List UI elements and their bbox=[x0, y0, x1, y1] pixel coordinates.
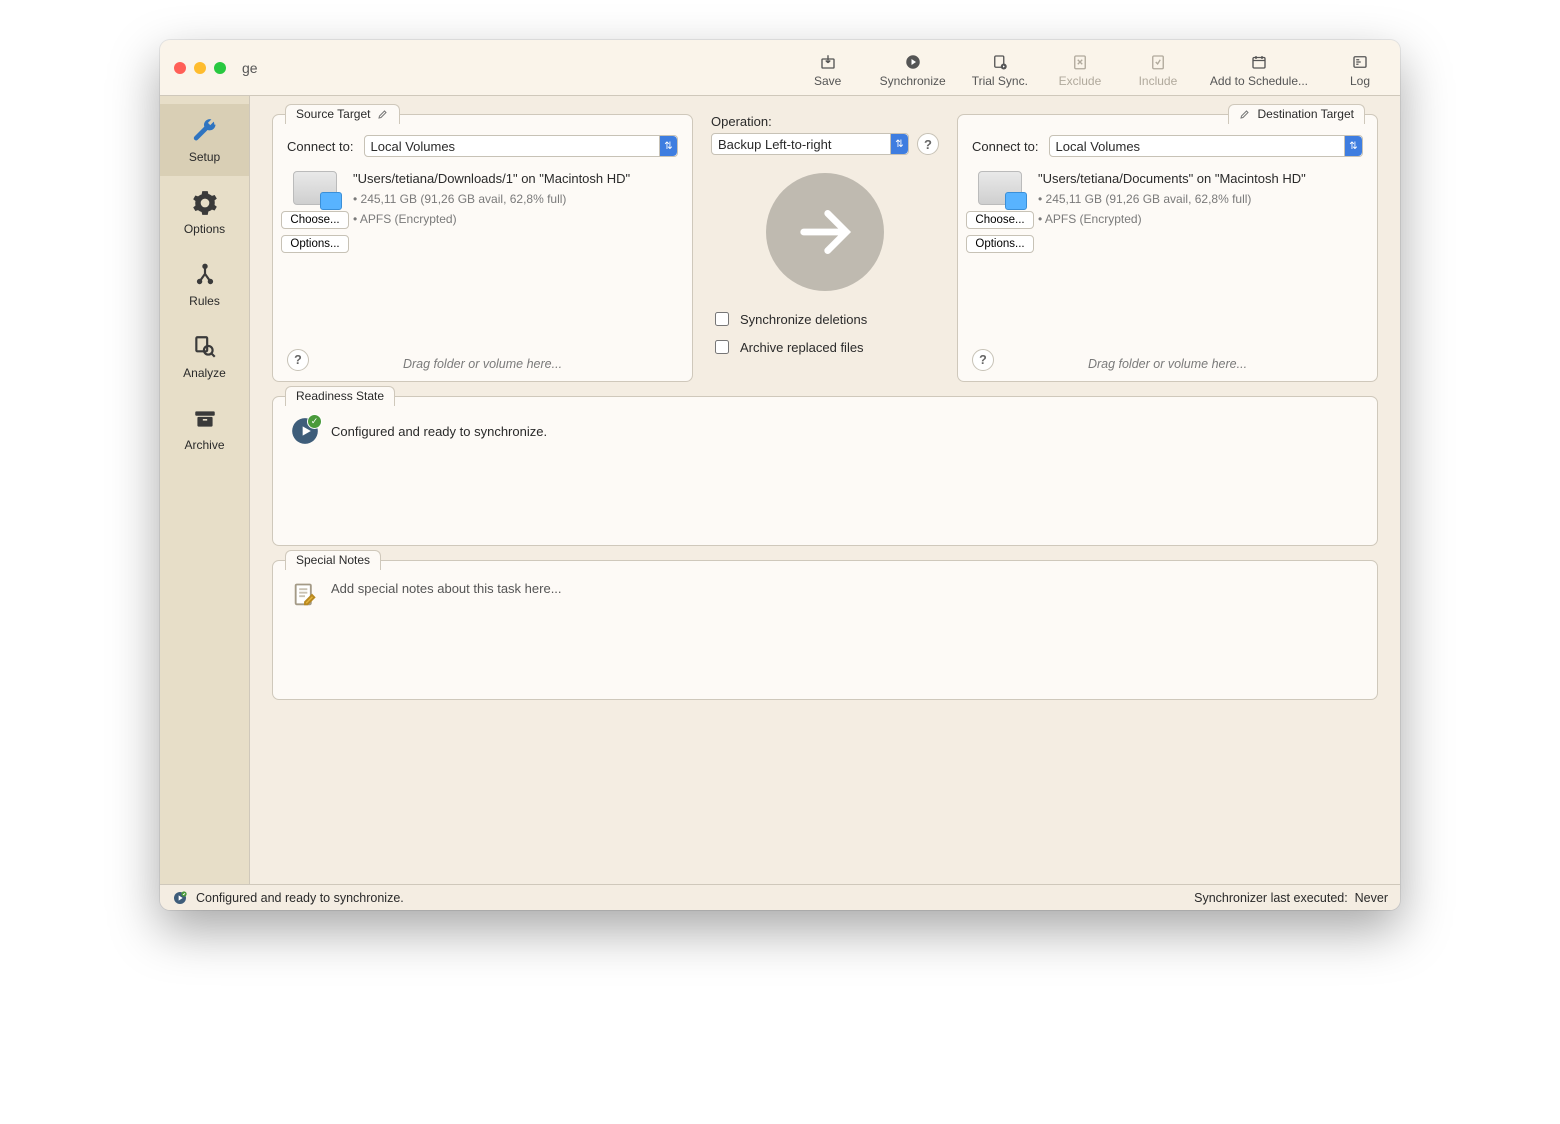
special-notes-group: Special Notes Add special notes about th… bbox=[272, 560, 1378, 700]
source-volume-icon-col: Choose... Options... bbox=[287, 171, 343, 253]
app-window: ge Save Synchronize Trial Sync. bbox=[160, 40, 1400, 910]
magnifier-icon bbox=[190, 332, 220, 362]
save-button[interactable]: Save bbox=[802, 52, 854, 88]
log-button[interactable]: Log bbox=[1334, 52, 1386, 88]
close-window-button[interactable] bbox=[174, 62, 186, 74]
save-icon bbox=[818, 52, 838, 72]
trial-sync-button[interactable]: Trial Sync. bbox=[972, 52, 1028, 88]
play-circle-icon bbox=[903, 52, 923, 72]
status-text: Configured and ready to synchronize. bbox=[196, 891, 404, 905]
source-target-tab: Source Target bbox=[285, 104, 400, 124]
dest-connect-label: Connect to: bbox=[972, 139, 1039, 154]
pencil-icon[interactable] bbox=[1239, 108, 1251, 120]
trial-sync-icon bbox=[990, 52, 1010, 72]
destination-target-tab: Destination Target bbox=[1228, 104, 1365, 124]
window-controls bbox=[174, 62, 226, 74]
chevron-updown-icon: ⇅ bbox=[890, 134, 908, 154]
readiness-tab: Readiness State bbox=[285, 386, 395, 406]
include-icon bbox=[1148, 52, 1168, 72]
dest-drop-hint-row: ? Drag folder or volume here... bbox=[972, 347, 1363, 371]
readiness-group: Readiness State Configured and ready to … bbox=[272, 396, 1378, 546]
source-drop-hint-row: ? Drag folder or volume here... bbox=[287, 347, 678, 371]
window-title: ge bbox=[242, 60, 258, 76]
targets-row: Source Target Connect to: Local Volumes … bbox=[272, 114, 1378, 382]
status-last-executed: Synchronizer last executed: Never bbox=[1194, 891, 1388, 905]
sidebar-item-options[interactable]: Options bbox=[160, 176, 249, 248]
drive-icon bbox=[293, 171, 337, 205]
source-drop-hint: Drag folder or volume here... bbox=[403, 357, 562, 371]
dest-options-button[interactable]: Options... bbox=[966, 235, 1033, 253]
minimize-window-button[interactable] bbox=[194, 62, 206, 74]
destination-target-group: Destination Target Connect to: Local Vol… bbox=[957, 114, 1378, 382]
chevron-updown-icon: ⇅ bbox=[1344, 136, 1362, 156]
rules-icon bbox=[190, 260, 220, 290]
status-icon bbox=[172, 890, 188, 906]
source-help-button[interactable]: ? bbox=[287, 349, 309, 371]
notes-editor[interactable]: Add special notes about this task here..… bbox=[287, 575, 1363, 615]
dest-drop-hint: Drag folder or volume here... bbox=[1088, 357, 1247, 371]
dest-meta-fs: • APFS (Encrypted) bbox=[1038, 212, 1363, 226]
dest-meta-size: • 245,11 GB (91,26 GB avail, 62,8% full) bbox=[1038, 192, 1363, 206]
gear-icon bbox=[190, 188, 220, 218]
dest-volume-icon-col: Choose... Options... bbox=[972, 171, 1028, 253]
direction-indicator bbox=[766, 173, 884, 291]
main-panel: Source Target Connect to: Local Volumes … bbox=[250, 96, 1400, 884]
special-notes-tab: Special Notes bbox=[285, 550, 381, 570]
archive-replaced-checkbox[interactable]: Archive replaced files bbox=[711, 337, 939, 357]
calendar-icon bbox=[1249, 52, 1269, 72]
toolbar: Save Synchronize Trial Sync. Exclude bbox=[802, 48, 1386, 88]
source-target-group: Source Target Connect to: Local Volumes … bbox=[272, 114, 693, 382]
arrow-right-icon bbox=[793, 200, 857, 264]
sidebar-item-analyze[interactable]: Analyze bbox=[160, 320, 249, 392]
dest-connect-select[interactable]: Local Volumes ⇅ bbox=[1049, 135, 1364, 157]
source-choose-button[interactable]: Choose... bbox=[281, 211, 348, 229]
source-connect-select[interactable]: Local Volumes ⇅ bbox=[364, 135, 679, 157]
readiness-text: Configured and ready to synchronize. bbox=[331, 424, 547, 439]
sidebar-item-archive[interactable]: Archive bbox=[160, 392, 249, 464]
wrench-icon bbox=[190, 116, 220, 146]
dest-choose-button[interactable]: Choose... bbox=[966, 211, 1033, 229]
source-volume-info: "Users/tetiana/Downloads/1" on "Macintos… bbox=[353, 171, 678, 253]
titlebar: ge Save Synchronize Trial Sync. bbox=[160, 40, 1400, 96]
exclude-icon bbox=[1070, 52, 1090, 72]
synchronize-button[interactable]: Synchronize bbox=[880, 52, 946, 88]
drive-icon bbox=[978, 171, 1022, 205]
dest-help-button[interactable]: ? bbox=[972, 349, 994, 371]
chevron-updown-icon: ⇅ bbox=[659, 136, 677, 156]
window-body: Setup Options Rules Analyze bbox=[160, 96, 1400, 884]
source-options-button[interactable]: Options... bbox=[281, 235, 348, 253]
status-bar: Configured and ready to synchronize. Syn… bbox=[160, 884, 1400, 910]
archive-icon bbox=[190, 404, 220, 434]
sync-deletions-checkbox[interactable]: Synchronize deletions bbox=[711, 309, 939, 329]
dest-path: "Users/tetiana/Documents" on "Macintosh … bbox=[1038, 171, 1363, 186]
source-meta-fs: • APFS (Encrypted) bbox=[353, 212, 678, 226]
add-to-schedule-button[interactable]: Add to Schedule... bbox=[1210, 52, 1308, 88]
log-icon bbox=[1350, 52, 1370, 72]
sidebar-item-setup[interactable]: Setup bbox=[160, 104, 249, 176]
sidebar: Setup Options Rules Analyze bbox=[160, 96, 250, 884]
dest-volume-info: "Users/tetiana/Documents" on "Macintosh … bbox=[1038, 171, 1363, 253]
operation-label: Operation: bbox=[711, 114, 939, 129]
operation-column: Operation: Backup Left-to-right ⇅ ? Sync… bbox=[711, 114, 939, 382]
exclude-button: Exclude bbox=[1054, 52, 1106, 88]
include-button: Include bbox=[1132, 52, 1184, 88]
ready-status-icon bbox=[291, 417, 319, 445]
source-path: "Users/tetiana/Downloads/1" on "Macintos… bbox=[353, 171, 678, 186]
sidebar-item-rules[interactable]: Rules bbox=[160, 248, 249, 320]
source-meta-size: • 245,11 GB (91,26 GB avail, 62,8% full) bbox=[353, 192, 678, 206]
note-pencil-icon bbox=[291, 581, 319, 609]
operation-help-button[interactable]: ? bbox=[917, 133, 939, 155]
pencil-icon[interactable] bbox=[377, 108, 389, 120]
source-connect-label: Connect to: bbox=[287, 139, 354, 154]
zoom-window-button[interactable] bbox=[214, 62, 226, 74]
operation-select[interactable]: Backup Left-to-right ⇅ bbox=[711, 133, 909, 155]
notes-placeholder: Add special notes about this task here..… bbox=[331, 581, 562, 596]
